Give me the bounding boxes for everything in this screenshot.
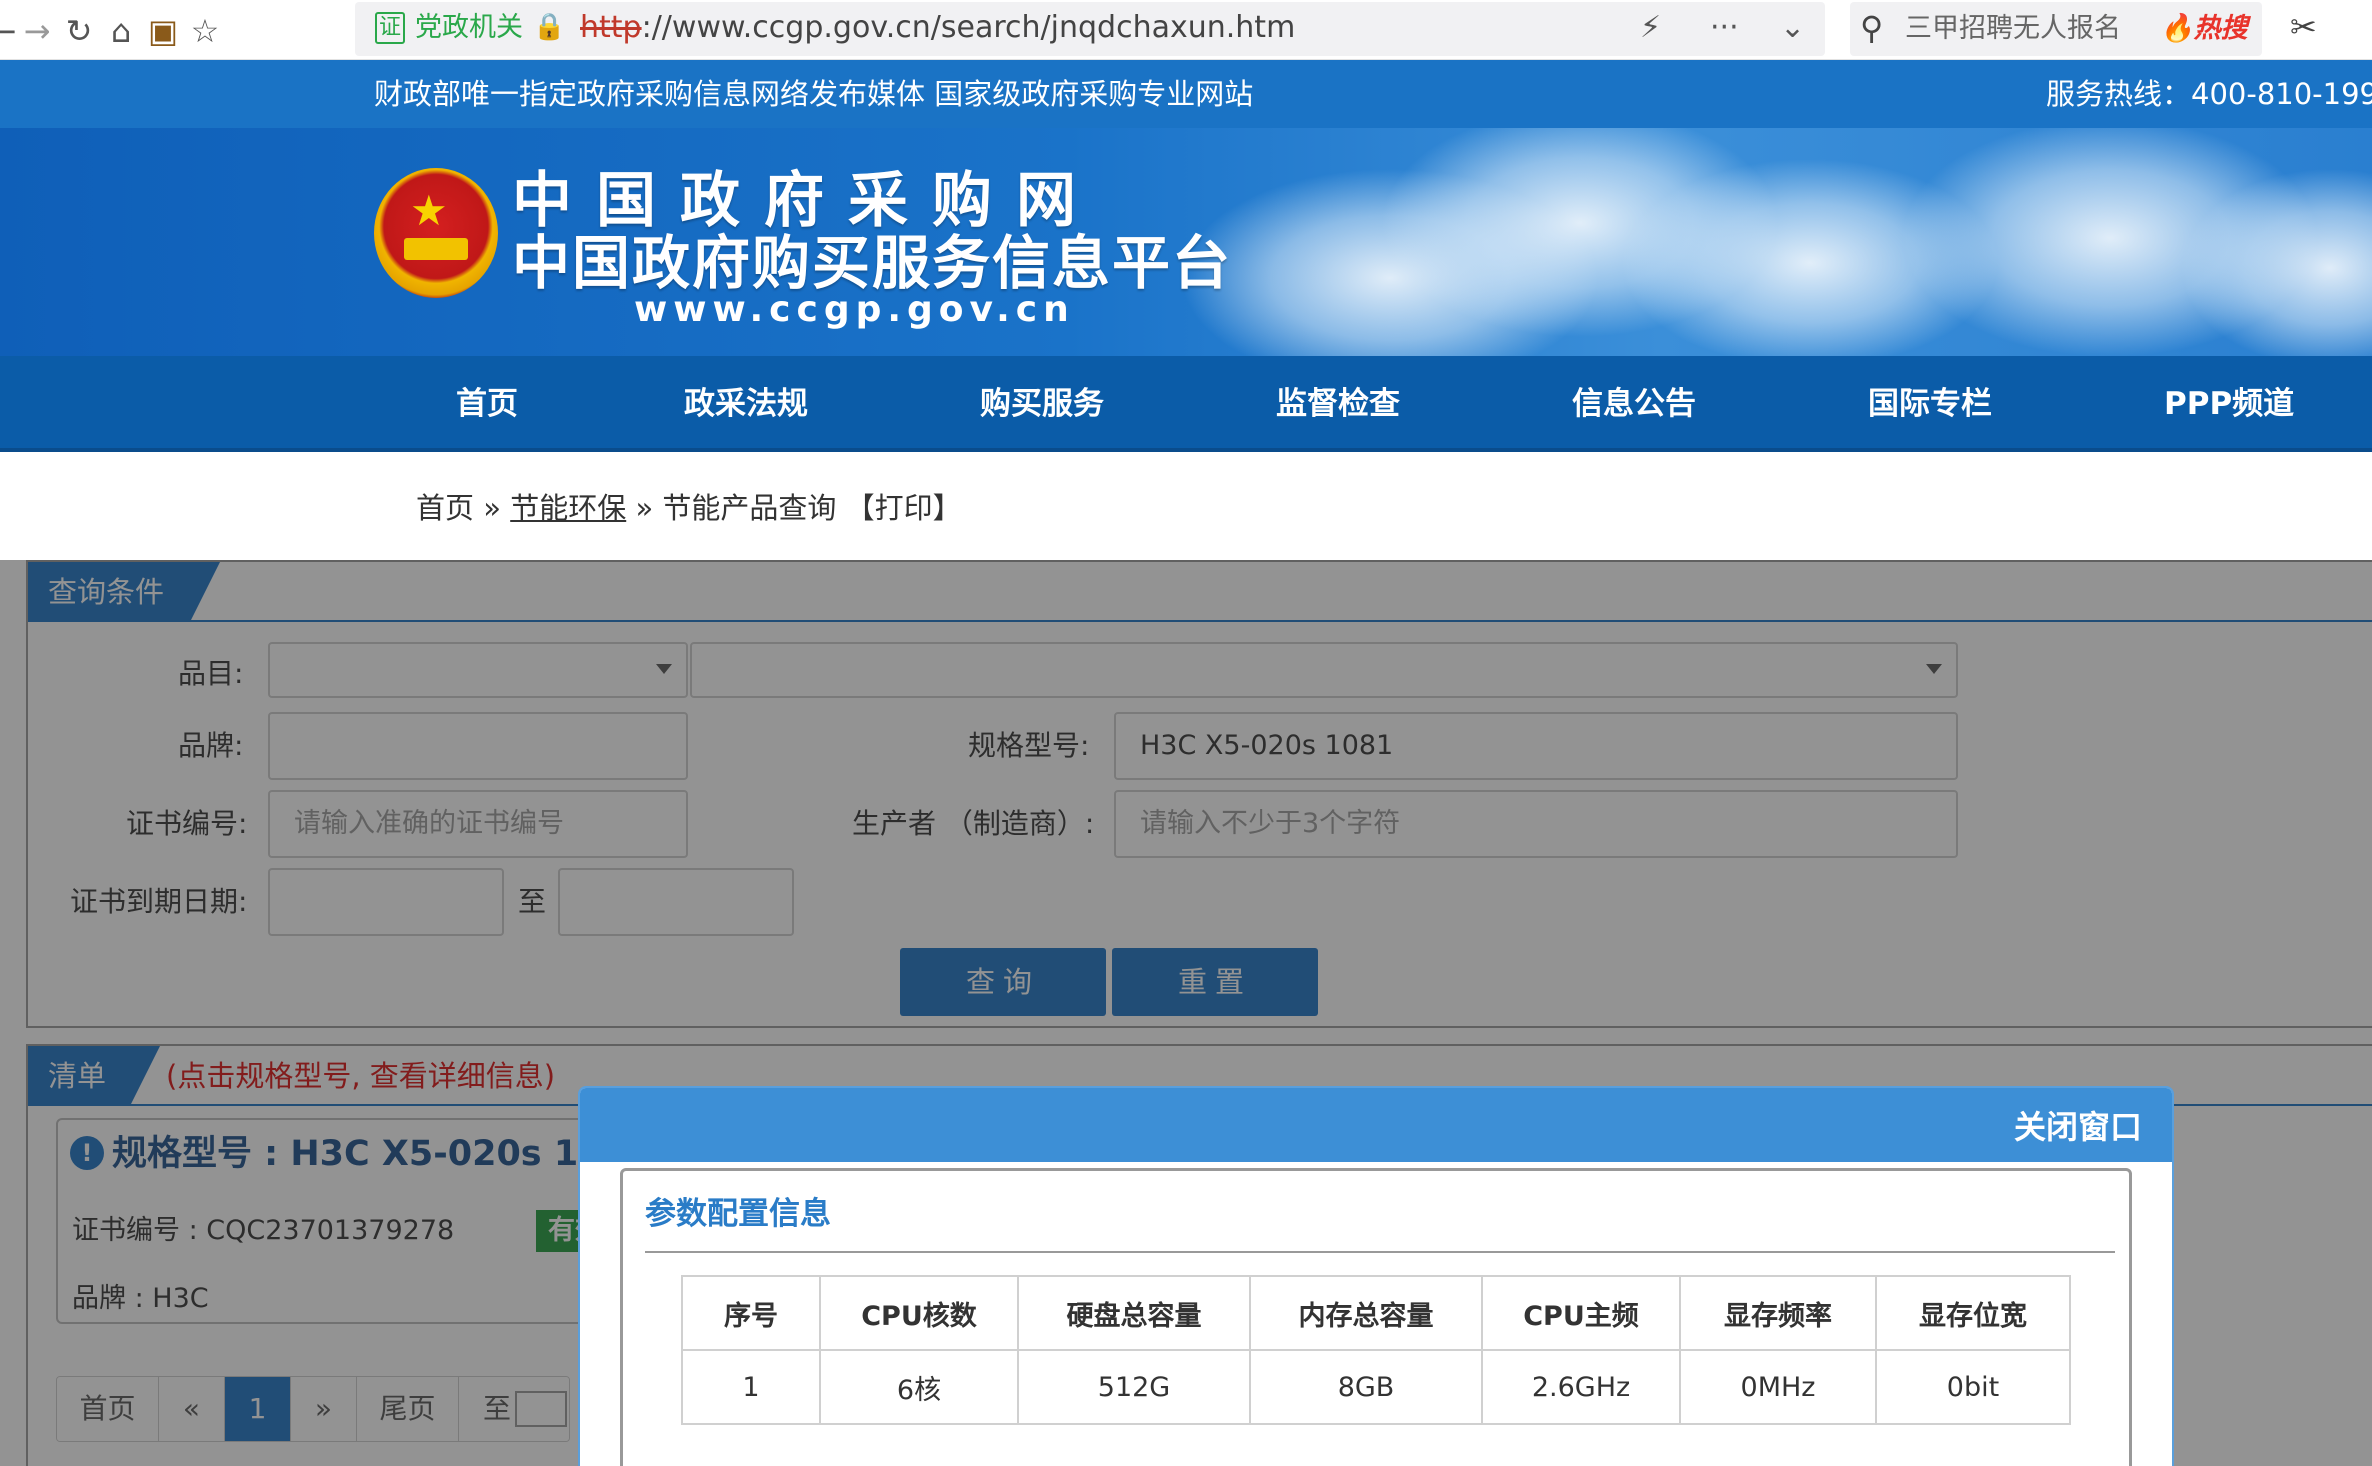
breadcrumb-separator: » <box>635 491 654 525</box>
col-header-disk: 硬盘总容量 <box>1017 1275 1251 1351</box>
breadcrumb-current: 节能产品查询 <box>662 491 837 525</box>
section-title: 参数配置信息 <box>645 1196 831 1232</box>
col-header-vram-freq: 显存频率 <box>1679 1275 1877 1351</box>
hot-search-label[interactable]: 🔥热搜 <box>2160 10 2248 48</box>
browser-search-box[interactable]: ⚲ 三甲招聘无人报名 🔥热搜 <box>1850 2 2262 56</box>
print-link[interactable]: 【打印】 <box>846 491 962 525</box>
table-header-row: 序号 CPU核数 硬盘总容量 内存总容量 CPU主频 显存频率 显存位宽 <box>681 1275 2071 1351</box>
national-emblem-icon: ★ <box>374 168 498 298</box>
cell-memory: 8GB <box>1249 1349 1483 1425</box>
nav-item-regulations[interactable]: 政采法规 <box>684 382 808 426</box>
breadcrumb-separator: » <box>483 491 501 525</box>
nav-item-ppp[interactable]: PPP频道 <box>2164 382 2294 426</box>
scissors-icon[interactable]: ✂ <box>2290 8 2317 46</box>
params-modal: 关闭窗口 参数配置信息 序号 CPU核数 硬盘总容量 内存总容量 CPU主频 显… <box>578 1086 2174 1466</box>
col-header-index: 序号 <box>681 1275 821 1351</box>
certificate-icon: 证 <box>375 12 405 44</box>
nav-item-purchase-services[interactable]: 购买服务 <box>980 382 1104 426</box>
breadcrumb-home[interactable]: 首页 <box>416 491 474 525</box>
url-text[interactable]: http://www.ccgp.gov.cn/search/jnqdchaxun… <box>580 9 1295 47</box>
cell-cpu-cores: 6核 <box>819 1349 1019 1425</box>
nav-item-home[interactable]: 首页 <box>456 382 518 426</box>
modal-body: 参数配置信息 序号 CPU核数 硬盘总容量 内存总容量 CPU主频 显存频率 显… <box>620 1168 2132 1466</box>
site-banner: ★ 中国政府采购网 中国政府购买服务信息平台 www.ccgp.gov.cn <box>0 128 2372 356</box>
search-icon: ⚲ <box>1860 9 1884 47</box>
briefcase-icon[interactable]: ▣ <box>142 10 184 52</box>
hot-search-text: 热搜 <box>2193 13 2248 44</box>
site-subtitle: 中国政府购买服务信息平台 <box>512 229 1233 297</box>
breadcrumb: 首页 » 节能环保 » 节能产品查询 【打印】 <box>416 488 962 528</box>
cell-cpu-freq: 2.6GHz <box>1481 1349 1681 1425</box>
col-header-memory: 内存总容量 <box>1249 1275 1483 1351</box>
cell-vram-width: 0bit <box>1875 1349 2071 1425</box>
site-slogan: 财政部唯一指定政府采购信息网络发布媒体 国家级政府采购专业网站 <box>374 77 1254 111</box>
browser-toolbar: ← → ↻ ⌂ ▣ ☆ 证 党政机关 🔒 http://www.ccgp.gov… <box>0 0 2372 60</box>
forward-icon[interactable]: → <box>16 10 58 52</box>
col-header-vram-width: 显存位宽 <box>1875 1275 2071 1351</box>
home-icon[interactable]: ⌂ <box>100 10 142 52</box>
cell-disk: 512G <box>1017 1349 1251 1425</box>
site-url: www.ccgp.gov.cn <box>634 289 1075 330</box>
star-icon: ★ <box>410 186 448 235</box>
lightning-icon[interactable]: ⚡ <box>1640 8 1661 48</box>
address-bar[interactable]: 证 党政机关 🔒 http://www.ccgp.gov.cn/search/j… <box>355 2 1825 56</box>
site-topbar: 财政部唯一指定政府采购信息网络发布媒体 国家级政府采购专业网站 服务热线：400… <box>0 60 2372 128</box>
insecure-lock-icon[interactable]: 🔒 <box>533 12 565 42</box>
search-suggestion: 三甲招聘无人报名 <box>1905 13 2121 44</box>
url-path: ://www.ccgp.gov.cn/search/jnqdchaxun.htm <box>641 10 1296 45</box>
col-header-cpu-freq: CPU主频 <box>1481 1275 1681 1351</box>
chevron-down-icon[interactable]: ⌄ <box>1780 8 1805 48</box>
cell-index: 1 <box>681 1349 821 1425</box>
favorites-icon[interactable]: ☆ <box>184 10 226 52</box>
nav-item-announcements[interactable]: 信息公告 <box>1572 382 1696 426</box>
table-row: 1 6核 512G 8GB 2.6GHz 0MHz 0bit <box>681 1349 2071 1425</box>
cell-vram-freq: 0MHz <box>1679 1349 1877 1425</box>
main-nav: 首页 政采法规 购买服务 监督检查 信息公告 国际专栏 PPP频道 <box>0 356 2372 452</box>
breadcrumb-category-link[interactable]: 节能环保 <box>510 491 626 525</box>
site-title: 中国政府采购网 <box>512 166 1100 236</box>
params-table: 序号 CPU核数 硬盘总容量 内存总容量 CPU主频 显存频率 显存位宽 1 6… <box>681 1275 2071 1425</box>
page-root: ← → ↻ ⌂ ▣ ☆ 证 党政机关 🔒 http://www.ccgp.gov… <box>0 0 2372 1466</box>
section-divider <box>645 1251 2115 1253</box>
more-icon[interactable]: ··· <box>1710 8 1739 48</box>
gate-shape <box>404 238 468 260</box>
reload-icon[interactable]: ↻ <box>58 10 100 52</box>
party-label: 党政机关 <box>415 12 523 43</box>
col-header-cpu-cores: CPU核数 <box>819 1275 1019 1351</box>
nav-item-supervision[interactable]: 监督检查 <box>1276 382 1400 426</box>
nav-item-international[interactable]: 国际专栏 <box>1868 382 1992 426</box>
close-window-button[interactable]: 关闭窗口 <box>2014 1106 2142 1148</box>
service-hotline: 服务热线：400-810-1996 <box>2046 77 2372 111</box>
modal-header: 关闭窗口 <box>580 1088 2172 1162</box>
url-protocol: http <box>580 10 642 45</box>
